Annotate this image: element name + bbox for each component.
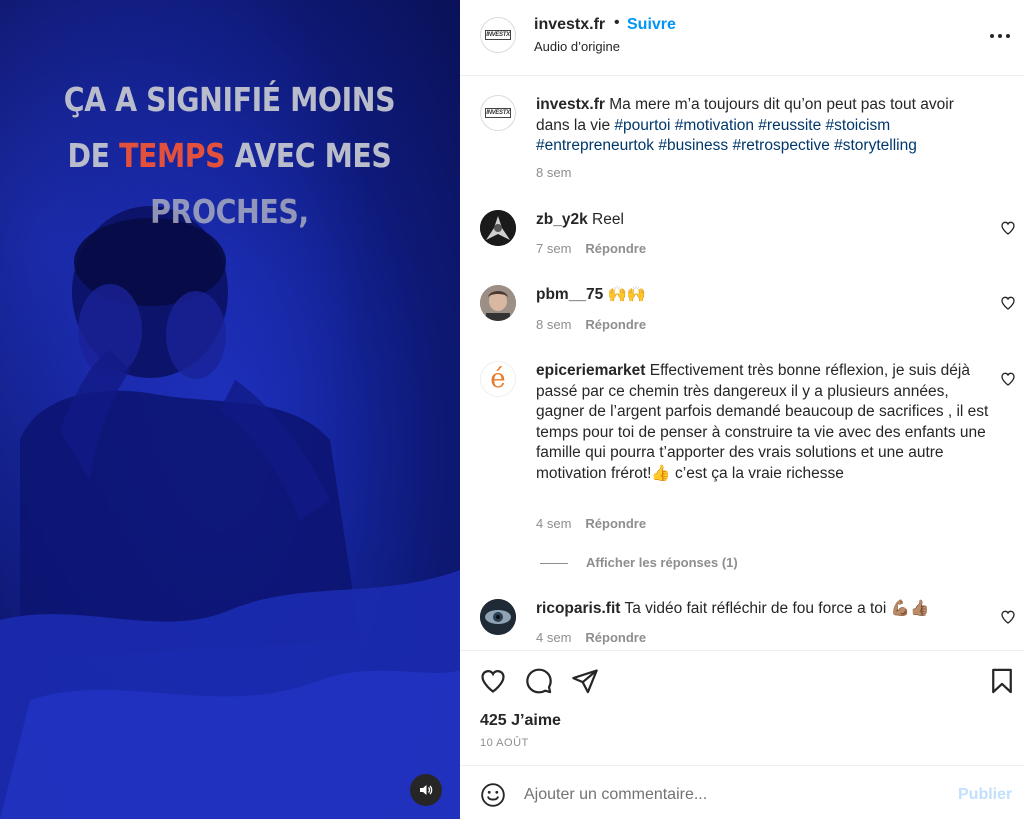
caption-author-avatar[interactable]: INVESTX (480, 95, 516, 131)
comment-meta: 8 sem Répondre (536, 317, 646, 332)
caption-highlight-word: TEMPS (119, 136, 226, 175)
like-comment-heart-icon[interactable] (1000, 609, 1016, 625)
comment-body: 🙌🙌 (607, 286, 647, 303)
caption-time: 8 sem (536, 165, 572, 180)
like-comment-heart-icon[interactable] (1000, 220, 1016, 236)
likes-count[interactable]: 425 J’aime (480, 712, 561, 730)
more-options-icon[interactable] (988, 28, 1012, 44)
commenter-avatar[interactable] (480, 210, 516, 246)
video-caption-line-1: ÇA A SIGNIFIÉ MOINS (63, 80, 396, 119)
comment-meta: 4 sem Répondre (536, 516, 646, 531)
reply-button[interactable]: Répondre (585, 317, 646, 332)
header-separator: • (614, 14, 620, 31)
comment-bubble-icon[interactable] (525, 667, 553, 695)
caption-username[interactable]: investx.fr (536, 96, 605, 113)
comment-time: 8 sem (536, 317, 572, 332)
like-comment-heart-icon[interactable] (1000, 295, 1016, 311)
comment-meta: 7 sem Répondre (536, 241, 646, 256)
comment-username[interactable]: pbm__75 (536, 286, 603, 303)
commenter-avatar[interactable]: é (480, 361, 516, 397)
like-comment-heart-icon[interactable] (1000, 371, 1016, 387)
video-caption-line-3: PROCHES, (150, 192, 309, 231)
post-caption: investx.fr Ma mere m’a toujours dit qu’o… (536, 95, 990, 157)
commenter-avatar[interactable] (480, 599, 516, 635)
view-replies-label: Afficher les réponses (1) (586, 555, 738, 570)
comment-text: ricoparis.fit Ta vidéo fait réfléchir de… (536, 599, 990, 620)
post-header: INVESTX investx.fr • Suivre Audio d’orig… (460, 0, 1024, 76)
comment-text: pbm__75 🙌🙌 (536, 285, 990, 306)
share-paper-plane-icon[interactable] (571, 667, 599, 695)
avatar-image (480, 210, 516, 246)
comments-list[interactable]: INVESTX investx.fr Ma mere m’a toujours … (460, 77, 1024, 650)
comment-text: epiceriemarket Effectivement très bonne … (536, 361, 990, 485)
avatar-letter: é (490, 364, 506, 394)
comment-meta: 4 sem Répondre (536, 630, 646, 645)
comment-username[interactable]: zb_y2k (536, 211, 588, 228)
avatar-logo-text: INVESTX (485, 108, 511, 118)
comment-body: Reel (592, 211, 624, 228)
publish-button[interactable]: Publier (958, 786, 1012, 804)
emoji-smiley-icon[interactable] (480, 782, 506, 808)
avatar-image (480, 599, 516, 635)
reply-button[interactable]: Répondre (585, 516, 646, 531)
caption-line-2-post: AVEC MES (225, 136, 392, 175)
comment-username[interactable]: epiceriemarket (536, 362, 645, 379)
follow-button[interactable]: Suivre (627, 16, 676, 34)
post-actions: 425 J’aime 10 AOÛT (460, 650, 1024, 765)
sound-toggle-button[interactable] (410, 774, 442, 806)
video-caption-line-2: DE TEMPS AVEC MES (32, 128, 428, 184)
reply-button[interactable]: Répondre (585, 630, 646, 645)
replies-divider (540, 563, 568, 565)
comment-body: Effectivement très bonne réflexion, je s… (536, 362, 989, 482)
reel-video[interactable]: ÇA A SIGNIFIÉ MOINS DE TEMPS AVEC MES PR… (0, 0, 460, 819)
comment-input[interactable] (524, 780, 944, 810)
comment-time: 7 sem (536, 241, 572, 256)
view-replies-button[interactable]: Afficher les réponses (1) (540, 555, 738, 570)
post-panel: INVESTX investx.fr • Suivre Audio d’orig… (460, 0, 1024, 819)
author-avatar[interactable]: INVESTX (480, 17, 516, 53)
comment-composer: Publier (460, 765, 1024, 819)
author-username[interactable]: investx.fr (534, 16, 605, 34)
post-date: 10 AOÛT (480, 737, 529, 749)
like-heart-icon[interactable] (479, 667, 507, 695)
comment-body: Ta vidéo fait réfléchir de fou force a t… (624, 600, 930, 617)
caption-line-2-pre: DE (67, 136, 120, 175)
avatar-logo-text: INVESTX (485, 30, 511, 40)
commenter-avatar[interactable] (480, 285, 516, 321)
save-bookmark-icon[interactable] (988, 667, 1016, 695)
avatar-image (480, 285, 516, 321)
comment-time: 4 sem (536, 630, 572, 645)
speaker-icon (420, 785, 433, 795)
comment-text: zb_y2k Reel (536, 210, 990, 231)
audio-label[interactable]: Audio d’origine (534, 39, 620, 54)
reply-button[interactable]: Répondre (585, 241, 646, 256)
comment-username[interactable]: ricoparis.fit (536, 600, 620, 617)
comment-time: 4 sem (536, 516, 572, 531)
video-caption: ÇA A SIGNIFIÉ MOINS DE TEMPS AVEC MES PR… (32, 72, 428, 240)
